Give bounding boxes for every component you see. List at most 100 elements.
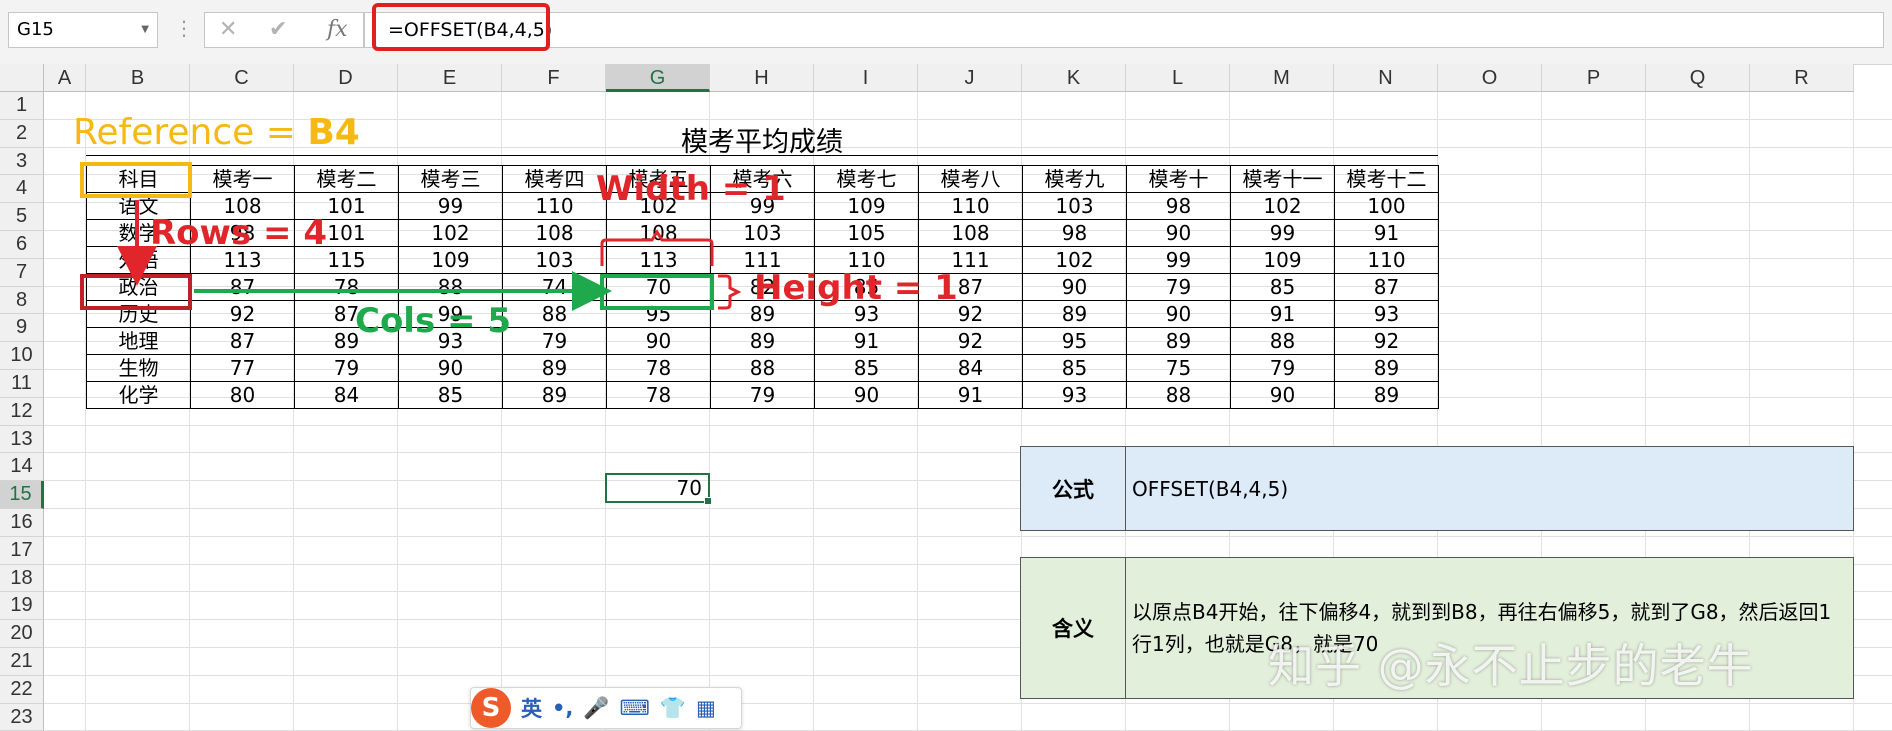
table-header-cell[interactable]: 模考十 [1126, 165, 1231, 193]
score-cell[interactable]: 90 [1126, 300, 1231, 328]
score-cell[interactable]: 92 [1334, 327, 1439, 355]
score-cell[interactable]: 88 [1126, 381, 1231, 409]
score-cell[interactable]: 75 [1126, 354, 1231, 382]
score-cell[interactable]: 79 [710, 381, 815, 409]
score-cell[interactable]: 105 [814, 219, 919, 247]
column-header-c[interactable]: C [190, 64, 294, 92]
row-header-19[interactable]: 19 [0, 592, 44, 621]
score-cell[interactable]: 87 [1334, 273, 1439, 301]
subject-cell[interactable]: 地理 [86, 327, 191, 355]
score-cell[interactable]: 93 [1022, 381, 1127, 409]
column-header-j[interactable]: J [918, 64, 1022, 92]
score-cell[interactable]: 78 [606, 354, 711, 382]
score-cell[interactable]: 90 [606, 327, 711, 355]
table-header-cell[interactable]: 模考八 [918, 165, 1023, 193]
score-cell[interactable]: 74 [502, 273, 607, 301]
score-cell[interactable]: 88 [502, 300, 607, 328]
column-header-g[interactable]: G [606, 64, 710, 92]
column-header-e[interactable]: E [398, 64, 502, 92]
table-header-cell[interactable]: 模考九 [1022, 165, 1127, 193]
score-cell[interactable]: 95 [1022, 327, 1127, 355]
score-cell[interactable]: 89 [1022, 300, 1127, 328]
score-cell[interactable]: 110 [502, 192, 607, 220]
score-cell[interactable]: 78 [606, 381, 711, 409]
row-header-18[interactable]: 18 [0, 564, 44, 593]
row-header-17[interactable]: 17 [0, 536, 44, 565]
row-header-7[interactable]: 7 [0, 258, 44, 287]
score-cell[interactable]: 108 [502, 219, 607, 247]
column-header-m[interactable]: M [1230, 64, 1334, 92]
score-cell[interactable]: 90 [398, 354, 503, 382]
microphone-icon[interactable]: 🎤 [583, 696, 609, 721]
score-cell[interactable]: 79 [1126, 273, 1231, 301]
cancel-icon[interactable]: ✕ [219, 17, 237, 42]
score-cell[interactable]: 89 [1126, 327, 1231, 355]
formula-input[interactable] [364, 12, 1884, 48]
score-cell[interactable]: 109 [814, 192, 919, 220]
score-cell[interactable]: 98 [1022, 219, 1127, 247]
column-header-n[interactable]: N [1334, 64, 1438, 92]
score-cell[interactable]: 77 [190, 354, 295, 382]
score-cell[interactable]: 109 [1230, 246, 1335, 274]
score-cell[interactable]: 79 [1230, 354, 1335, 382]
row-header-8[interactable]: 8 [0, 286, 44, 315]
skin-icon[interactable]: 👕 [660, 696, 686, 721]
score-cell[interactable]: 99 [398, 192, 503, 220]
row-header-13[interactable]: 13 [0, 425, 44, 454]
score-cell[interactable]: 84 [918, 354, 1023, 382]
score-cell[interactable]: 92 [918, 327, 1023, 355]
score-cell[interactable]: 85 [814, 354, 919, 382]
row-header-2[interactable]: 2 [0, 119, 44, 148]
table-header-cell[interactable]: 模考二 [294, 165, 399, 193]
fill-handle[interactable] [704, 497, 712, 505]
score-cell[interactable]: 90 [814, 381, 919, 409]
row-header-16[interactable]: 16 [0, 509, 44, 537]
row-header-23[interactable]: 23 [0, 703, 44, 731]
score-cell[interactable]: 88 [710, 354, 815, 382]
score-cell[interactable]: 91 [814, 327, 919, 355]
score-cell[interactable]: 89 [502, 354, 607, 382]
score-cell[interactable]: 78 [294, 273, 399, 301]
score-cell[interactable]: 99 [1126, 246, 1231, 274]
table-header-cell[interactable]: 模考十二 [1334, 165, 1439, 193]
score-cell[interactable]: 93 [1334, 300, 1439, 328]
score-cell[interactable]: 79 [502, 327, 607, 355]
score-cell[interactable]: 103 [1022, 192, 1127, 220]
score-cell[interactable]: 113 [606, 246, 711, 274]
table-header-cell[interactable]: 模考三 [398, 165, 503, 193]
score-cell[interactable]: 84 [294, 381, 399, 409]
column-header-r[interactable]: R [1750, 64, 1854, 92]
row-header-10[interactable]: 10 [0, 342, 44, 370]
row-header-12[interactable]: 12 [0, 397, 44, 426]
score-cell[interactable]: 110 [918, 192, 1023, 220]
row-header-3[interactable]: 3 [0, 147, 44, 176]
more-options-icon[interactable]: ⋮ [174, 16, 194, 40]
ime-language-toggle[interactable]: 英 [521, 693, 542, 723]
row-header-15[interactable]: 15 [0, 481, 44, 509]
selected-cell-g15[interactable]: 70 [605, 473, 712, 505]
column-header-p[interactable]: P [1542, 64, 1646, 92]
score-cell[interactable]: 103 [502, 246, 607, 274]
ime-punctuation-icon[interactable]: •, [552, 696, 573, 720]
score-cell[interactable]: 91 [1334, 219, 1439, 247]
keyboard-icon[interactable]: ⌨ [620, 696, 650, 720]
apps-grid-icon[interactable]: ▦ [696, 696, 716, 720]
score-cell[interactable]: 108 [606, 219, 711, 247]
row-header-20[interactable]: 20 [0, 620, 44, 648]
table-header-cell[interactable]: 模考四 [502, 165, 607, 193]
sogou-logo-icon[interactable]: S [471, 688, 511, 728]
score-cell[interactable]: 103 [710, 219, 815, 247]
score-cell[interactable]: 89 [710, 327, 815, 355]
column-header-b[interactable]: B [86, 64, 190, 92]
score-cell[interactable]: 110 [1334, 246, 1439, 274]
column-header-q[interactable]: Q [1646, 64, 1750, 92]
subject-cell[interactable]: 化学 [86, 381, 191, 409]
row-header-22[interactable]: 22 [0, 675, 44, 704]
score-cell[interactable]: 87 [190, 327, 295, 355]
column-header-a[interactable]: A [44, 64, 86, 92]
score-cell[interactable]: 99 [1230, 219, 1335, 247]
select-all-corner[interactable] [0, 64, 44, 92]
column-header-d[interactable]: D [294, 64, 398, 92]
score-cell[interactable]: 87 [190, 273, 295, 301]
column-header-h[interactable]: H [710, 64, 814, 92]
